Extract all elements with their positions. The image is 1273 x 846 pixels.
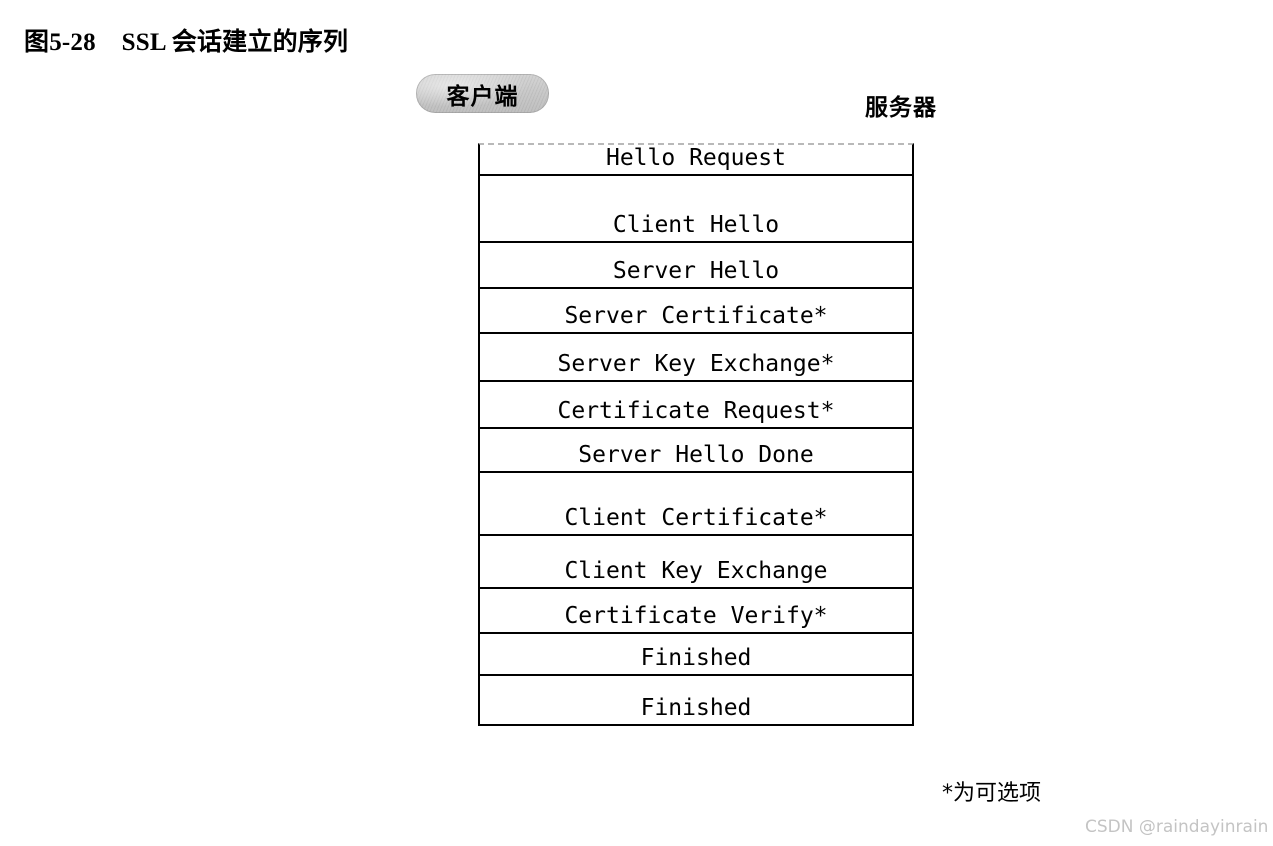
message-row-label: Hello Request bbox=[605, 145, 786, 171]
client-endpoint-label: 客户端 bbox=[416, 74, 549, 113]
client-endpoint-label-text: 客户端 bbox=[446, 83, 519, 110]
message-row: Finished bbox=[480, 634, 912, 676]
message-row-label: Server Certificate* bbox=[564, 303, 828, 329]
message-row-label: Client Key Exchange bbox=[564, 558, 828, 584]
server-endpoint-label: 服务器 bbox=[865, 95, 937, 121]
message-row-label: Finished bbox=[640, 645, 752, 671]
message-row: Server Key Exchange* bbox=[480, 334, 912, 382]
message-row: Certificate Request* bbox=[480, 382, 912, 429]
figure-caption: 图5-28 SSL 会话建立的序列 bbox=[24, 29, 349, 56]
message-row: Server Certificate* bbox=[480, 289, 912, 334]
message-row: Certificate Verify* bbox=[480, 589, 912, 634]
message-row: Hello Request bbox=[480, 145, 912, 176]
optional-marker-footnote: *为可选项 bbox=[942, 781, 1042, 806]
message-row-label: Finished bbox=[640, 695, 752, 721]
message-row: Client Hello bbox=[480, 176, 912, 243]
csdn-watermark: CSDN @raindayinrain bbox=[1085, 817, 1269, 837]
message-row-label: Client Certificate* bbox=[564, 505, 828, 531]
message-row-label: Server Hello Done bbox=[578, 442, 814, 468]
message-row: Server Hello Done bbox=[480, 429, 912, 473]
message-sequence-table: Hello Request Client Hello Server Hello Ser… bbox=[478, 143, 914, 726]
message-row: Server Hello bbox=[480, 243, 912, 289]
message-row-label: Server Hello bbox=[612, 258, 780, 284]
message-row: Client Certificate* bbox=[480, 473, 912, 536]
message-row-label: Client Hello bbox=[612, 212, 780, 238]
message-row-label: Server Key Exchange* bbox=[557, 351, 835, 377]
message-row: Finished bbox=[480, 676, 912, 724]
message-row-label: Certificate Request* bbox=[557, 398, 835, 424]
message-row: Client Key Exchange bbox=[480, 536, 912, 589]
message-row-label: Certificate Verify* bbox=[564, 603, 828, 629]
